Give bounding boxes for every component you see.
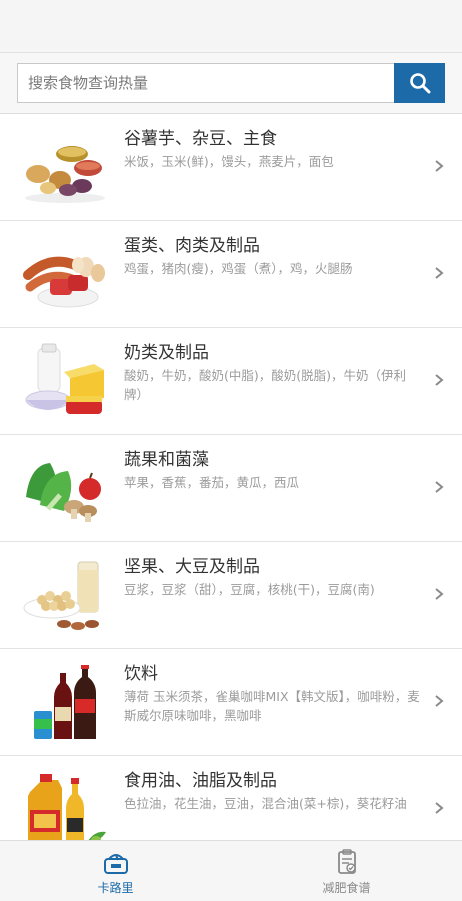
chevron-right-icon <box>435 588 444 600</box>
chevron-right-icon <box>435 374 444 386</box>
list-item[interactable]: 坚果、大豆及制品 豆浆，豆浆（甜），豆腐，核桃(干)，豆腐(南) <box>0 542 462 649</box>
chevron-right-icon <box>435 160 444 172</box>
category-examples: 豆浆，豆浆（甜），豆腐，核桃(干)，豆腐(南) <box>124 582 375 597</box>
category-examples: 酸奶，牛奶，酸奶(中脂)，酸奶(脱脂)，牛奶（伊利牌） <box>124 368 407 402</box>
tab-diet-recipes[interactable]: 减肥食谱 <box>231 841 462 901</box>
food-category-list: 谷薯芋、杂豆、主食 米饭，玉米(鲜)，馒头，燕麦片，面包 蛋类、肉类及制品 鸡蛋… <box>0 114 462 863</box>
category-examples: 薄荷 玉米须茶，雀巢咖啡MIX【韩文版】，咖啡粉，麦斯威尔原味咖啡，黑咖啡 <box>124 689 420 723</box>
tab-calories[interactable]: 卡路里 <box>0 841 231 901</box>
category-title: 蛋类、肉类及制品 <box>124 236 260 256</box>
nuts-soy-icon <box>23 561 99 630</box>
dairy-icon <box>25 343 104 414</box>
list-item[interactable]: 蔬果和菌藻 苹果，香蕉，番茄，黄瓜，西瓜 <box>0 435 462 542</box>
search-input[interactable] <box>18 64 394 102</box>
grains-icon <box>25 146 105 203</box>
category-title: 坚果、大豆及制品 <box>124 557 260 577</box>
category-title: 食用油、油脂及制品 <box>124 771 277 791</box>
list-item[interactable]: 谷薯芋、杂豆、主食 米饭，玉米(鲜)，馒头，燕麦片，面包 <box>0 114 462 221</box>
bottom-tab-bar: 卡路里 减肥食谱 <box>0 840 462 901</box>
chevron-right-icon <box>435 695 444 707</box>
list-item[interactable]: 蛋类、肉类及制品 鸡蛋，猪肉(瘦)，鸡蛋（煮），鸡，火腿肠 <box>0 221 462 328</box>
category-examples: 鸡蛋，猪肉(瘦)，鸡蛋（煮），鸡，火腿肠 <box>124 261 353 276</box>
tab-label: 减肥食谱 <box>322 881 371 895</box>
chevron-right-icon <box>435 267 444 279</box>
search-button[interactable] <box>394 63 445 103</box>
search-icon <box>409 73 430 94</box>
category-title: 饮料 <box>124 664 158 684</box>
beverages-icon <box>34 665 96 739</box>
category-examples: 色拉油，花生油，豆油，混合油(菜+棕)，葵花籽油 <box>124 796 407 811</box>
chevron-right-icon <box>435 802 444 814</box>
cooking-oil-icon <box>28 774 106 846</box>
category-title: 谷薯芋、杂豆、主食 <box>124 129 277 149</box>
list-item[interactable]: 奶类及制品 酸奶，牛奶，酸奶(中脂)，酸奶(脱脂)，牛奶（伊利牌） <box>0 328 462 435</box>
recipe-list-icon <box>337 849 356 874</box>
list-item[interactable]: 饮料 薄荷 玉米须茶，雀巢咖啡MIX【韩文版】，咖啡粉，麦斯威尔原味咖啡，黑咖啡 <box>0 649 462 756</box>
category-examples: 苹果，香蕉，番茄，黄瓜，西瓜 <box>124 475 300 490</box>
scale-icon <box>103 854 128 874</box>
chevron-right-icon <box>435 481 444 493</box>
category-title: 奶类及制品 <box>124 343 209 363</box>
tab-label: 卡路里 <box>97 881 134 895</box>
category-title: 蔬果和菌藻 <box>124 450 209 470</box>
category-examples: 米饭，玉米(鲜)，馒头，燕麦片，面包 <box>124 154 334 169</box>
vegetables-fruit-icon <box>26 463 101 522</box>
status-bar <box>0 0 462 53</box>
search-field[interactable] <box>17 63 394 103</box>
search-bar <box>0 53 462 114</box>
meat-eggs-icon <box>23 256 105 308</box>
